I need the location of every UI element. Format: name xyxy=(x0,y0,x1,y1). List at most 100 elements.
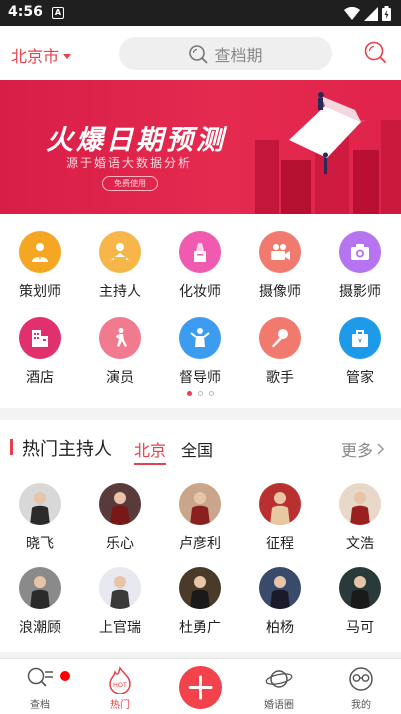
category-label: 酒店 xyxy=(26,370,54,386)
chevron-right-icon xyxy=(377,443,385,455)
host-card[interactable]: 晓飞 xyxy=(10,483,70,553)
nav-hot[interactable]: HOT 热门 xyxy=(85,659,155,714)
section-title: 热门主持人 xyxy=(22,439,112,460)
search-icon xyxy=(189,44,208,63)
host-card[interactable]: 征程 xyxy=(250,483,310,553)
city-label: 北京市 xyxy=(11,47,60,66)
search-button-icon[interactable] xyxy=(363,40,387,64)
category-singer[interactable]: 歌手 xyxy=(250,317,310,387)
hot-hosts-section: 热门主持人 北京 全国 更多 晓飞 乐心 卢彦利 征程 文浩浪潮顾 上官瑞 杜勇广 柏杨 马可 xyxy=(0,420,401,658)
category-butler[interactable]: 管家 xyxy=(330,317,390,387)
host-name: 浪潮顾 xyxy=(19,620,61,636)
battery-icon xyxy=(382,6,391,21)
notification-icon: A xyxy=(52,7,64,19)
nav-label: 婚语圈 xyxy=(264,700,294,711)
schedule-search-icon xyxy=(27,667,53,687)
avatar xyxy=(19,483,61,525)
tab-beijing[interactable]: 北京 xyxy=(134,437,167,465)
butler-icon xyxy=(339,317,381,359)
category-photographer[interactable]: 摄影师 xyxy=(330,231,390,301)
supervisor-icon xyxy=(179,317,221,359)
host-name: 杜勇广 xyxy=(179,620,221,636)
nav-label: 热门 xyxy=(110,700,130,711)
host-name: 上官瑞 xyxy=(99,620,141,636)
host-icon xyxy=(99,231,141,273)
avatar xyxy=(259,567,301,609)
avatar xyxy=(339,483,381,525)
microphone-icon xyxy=(259,317,301,359)
caret-down-icon xyxy=(63,53,72,59)
host-name: 文浩 xyxy=(346,536,374,552)
nav-profile[interactable]: 我的 xyxy=(326,659,396,714)
host-card[interactable]: 乐心 xyxy=(90,483,150,553)
search-bar[interactable]: 查档期 xyxy=(119,37,332,70)
host-card[interactable]: 杜勇广 xyxy=(170,567,230,637)
nav-label: 查档 xyxy=(30,700,50,711)
nav-schedule[interactable]: 查档 xyxy=(5,659,75,714)
signal-icon xyxy=(364,6,378,21)
host-name: 马可 xyxy=(346,620,374,636)
banner-title: 火爆日期预测 xyxy=(46,125,226,156)
avatar xyxy=(339,567,381,609)
category-label: 策划师 xyxy=(19,284,61,300)
page-dot[interactable] xyxy=(209,391,214,396)
category-hotel[interactable]: 酒店 xyxy=(10,317,70,387)
host-card[interactable]: 文浩 xyxy=(330,483,390,553)
avatar xyxy=(179,483,221,525)
top-header: 北京市 查档期 xyxy=(0,26,401,80)
category-label: 管家 xyxy=(346,370,374,386)
category-actor[interactable]: 演员 xyxy=(90,317,150,387)
calendar-city-illustration xyxy=(255,92,401,214)
category-videographer[interactable]: 摄像师 xyxy=(250,231,310,301)
category-supervisor[interactable]: 督导师 xyxy=(170,317,230,387)
avatar xyxy=(179,567,221,609)
promo-banner[interactable]: 火爆日期预测 源于婚语大数据分析 免费使用 xyxy=(0,80,401,214)
host-card[interactable]: 柏杨 xyxy=(250,567,310,637)
more-link[interactable]: 更多 xyxy=(341,437,385,461)
category-label: 摄影师 xyxy=(339,284,381,300)
host-card[interactable]: 浪潮顾 xyxy=(10,567,70,637)
host-name: 征程 xyxy=(266,536,294,552)
banner-free-button[interactable]: 免费使用 xyxy=(102,176,158,191)
bottom-nav: 查档 HOT 热门 婚语圈 我的 xyxy=(0,658,401,714)
plus-icon xyxy=(188,675,213,700)
page-dot[interactable] xyxy=(198,391,203,396)
category-makeup[interactable]: 化妆师 xyxy=(170,231,230,301)
hot-icon: HOT xyxy=(109,666,131,694)
host-name: 卢彦利 xyxy=(179,536,221,552)
category-label: 主持人 xyxy=(99,284,141,300)
tab-nationwide[interactable]: 全国 xyxy=(181,437,213,461)
svg-text:HOT: HOT xyxy=(113,682,127,689)
camera-icon xyxy=(339,231,381,273)
section-accent-bar xyxy=(10,439,13,455)
hotel-icon xyxy=(19,317,61,359)
page-dot-active[interactable] xyxy=(187,391,192,396)
profile-glasses-icon xyxy=(349,667,373,691)
avatar xyxy=(99,567,141,609)
plus-button[interactable] xyxy=(179,666,222,709)
host-name: 柏杨 xyxy=(266,620,294,636)
category-label: 化妆师 xyxy=(179,284,221,300)
avatar xyxy=(99,483,141,525)
more-label: 更多 xyxy=(340,441,373,460)
app-screen: 4:56 A 北京市 查档期 火爆日期预测 源于婚语大数据分析 免费使用 策划师… xyxy=(0,0,401,714)
category-label: 督导师 xyxy=(179,370,221,386)
video-camera-icon xyxy=(259,231,301,273)
planet-icon xyxy=(265,670,293,688)
city-selector[interactable]: 北京市 xyxy=(11,43,72,67)
actor-icon xyxy=(99,317,141,359)
wifi-icon xyxy=(344,6,360,20)
nav-circle[interactable]: 婚语圈 xyxy=(244,659,314,714)
category-planner[interactable]: 策划师 xyxy=(10,231,70,301)
search-placeholder: 查档期 xyxy=(214,45,263,65)
avatar xyxy=(19,567,61,609)
category-host[interactable]: 主持人 xyxy=(90,231,150,301)
status-bar: 4:56 A xyxy=(0,0,401,26)
category-label: 演员 xyxy=(106,370,134,386)
host-card[interactable]: 卢彦利 xyxy=(170,483,230,553)
host-card[interactable]: 马可 xyxy=(330,567,390,637)
host-card[interactable]: 上官瑞 xyxy=(90,567,150,637)
host-name: 乐心 xyxy=(106,536,134,552)
banner-subtitle: 源于婚语大数据分析 xyxy=(66,156,193,170)
notification-dot xyxy=(60,671,70,681)
